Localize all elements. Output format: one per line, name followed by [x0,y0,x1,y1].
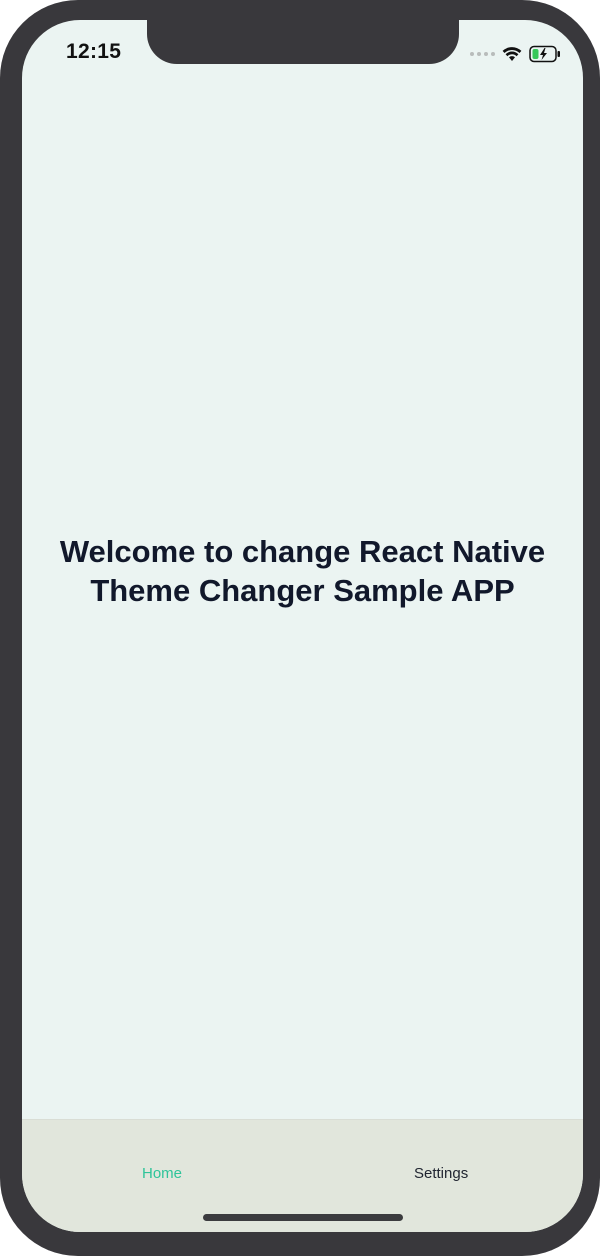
device-notch [147,20,459,64]
signal-dots-icon [470,52,495,56]
app-screen: 12:15 Welcome to change React Native The… [22,20,583,1232]
device-frame: 12:15 Welcome to change React Native The… [0,0,600,1256]
tab-home[interactable]: Home [142,1165,182,1182]
status-time: 12:15 [66,40,122,63]
wifi-icon [502,47,522,61]
tab-settings[interactable]: Settings [414,1165,468,1182]
battery-charging-icon [529,45,560,63]
welcome-headline: Welcome to change React Native Theme Cha… [59,534,546,608]
home-indicator[interactable] [203,1214,403,1221]
status-icons [470,44,561,64]
